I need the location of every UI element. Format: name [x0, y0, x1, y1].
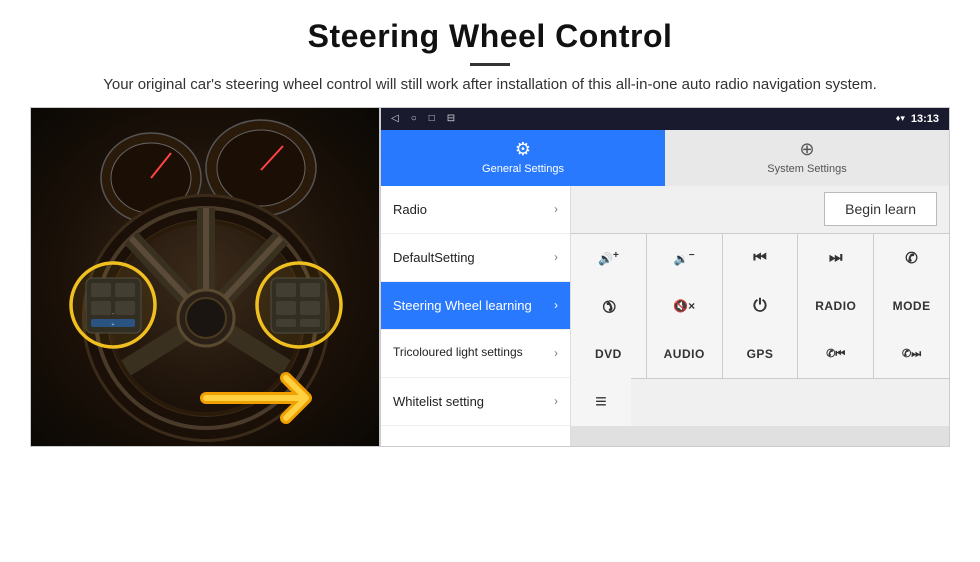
menu-tricoloured-label: Tricoloured light settings — [393, 345, 523, 361]
recent-nav-icon[interactable]: □ — [429, 113, 435, 124]
control-row-3: DVD AUDIO GPS ✆⏮ ✆⏭ — [571, 330, 949, 378]
control-row-2: ✆ 🔇× ⏻ RADIO MODE — [571, 282, 949, 330]
tab-general-settings[interactable]: ⚙ General Settings — [381, 130, 665, 186]
system-icon: ⊕ — [799, 139, 814, 160]
phone-prev-button[interactable]: ✆⏮ — [798, 330, 873, 378]
sidebar-menu: Radio › DefaultSetting › Steering Wheel … — [381, 186, 571, 446]
main-content: Radio › DefaultSetting › Steering Wheel … — [381, 186, 949, 446]
status-bar-nav: ◁ ○ □ ⊟ — [391, 113, 455, 124]
begin-learn-area: Begin learn — [571, 186, 949, 234]
gps-button[interactable]: GPS — [723, 330, 798, 378]
android-panel: ◁ ○ □ ⊟ ♦▾ 13:13 ⚙ General Settings ⊕ — [380, 107, 950, 447]
audio-button[interactable]: AUDIO — [647, 330, 722, 378]
title-divider — [470, 63, 510, 66]
status-bar: ◁ ○ □ ⊟ ♦▾ 13:13 — [381, 108, 949, 130]
signal-icon: ♦▾ — [896, 113, 905, 124]
chevron-icon: › — [554, 298, 558, 312]
mute-button[interactable]: 🔇× — [647, 282, 722, 330]
chevron-icon: › — [554, 346, 558, 360]
menu-whitelist-label: Whitelist setting — [393, 394, 484, 409]
tab-system-label: System Settings — [767, 163, 846, 175]
hangup-icon: ✆ — [597, 294, 621, 318]
prev-track-button[interactable]: ⏮ — [723, 234, 798, 282]
control-row-1: 🔊+ 🔉− ⏮ ⏭ ✆ — [571, 234, 949, 282]
phone-button[interactable]: ✆ — [874, 234, 949, 282]
dvd-button[interactable]: DVD — [571, 330, 646, 378]
control-row-4: ≡ — [571, 378, 949, 426]
menu-item-tricoloured[interactable]: Tricoloured light settings › — [381, 330, 570, 378]
gear-icon: ⚙ — [515, 139, 531, 160]
nav-tabs: ⚙ General Settings ⊕ System Settings — [381, 130, 949, 186]
next-track-icon: ⏭ — [829, 249, 843, 266]
next-track-button[interactable]: ⏭ — [798, 234, 873, 282]
list-button[interactable]: ≡ — [571, 378, 631, 426]
menu-item-whitelist[interactable]: Whitelist setting › — [381, 378, 570, 426]
menu-steering-label: Steering Wheel learning — [393, 298, 532, 313]
status-time: 13:13 — [911, 113, 939, 125]
phone-icon: ✆ — [905, 249, 918, 267]
list-icon: ≡ — [595, 391, 607, 414]
tab-system-settings[interactable]: ⊕ System Settings — [665, 130, 949, 186]
chevron-icon: › — [554, 394, 558, 408]
mute-icon: 🔇× — [673, 299, 695, 313]
vol-up-icon: 🔊+ — [598, 250, 619, 266]
home-nav-icon[interactable]: ○ — [411, 113, 417, 124]
page-container: Steering Wheel Control Your original car… — [0, 0, 980, 562]
vol-down-button[interactable]: 🔉− — [647, 234, 722, 282]
status-bar-info: ♦▾ 13:13 — [896, 113, 939, 125]
power-button[interactable]: ⏻ — [723, 282, 798, 330]
vol-down-icon: 🔉− — [674, 250, 695, 266]
content-area: + - — [0, 107, 980, 562]
chevron-icon: › — [554, 202, 558, 216]
menu-item-steering[interactable]: Steering Wheel learning › — [381, 282, 570, 330]
tab-general-label: General Settings — [482, 163, 564, 175]
radio-button[interactable]: RADIO — [798, 282, 873, 330]
back-nav-icon[interactable]: ◁ — [391, 113, 399, 124]
menu-default-label: DefaultSetting — [393, 250, 475, 265]
chevron-icon: › — [554, 250, 558, 264]
control-panel: Begin learn 🔊+ 🔉− ⏮ — [571, 186, 949, 446]
phone-next-button[interactable]: ✆⏭ — [874, 330, 949, 378]
steering-wheel-svg: + - — [31, 108, 380, 447]
car-image-panel: + - — [30, 107, 380, 447]
phone-next-icon: ✆⏭ — [902, 347, 921, 361]
vol-up-button[interactable]: 🔊+ — [571, 234, 646, 282]
page-title: Steering Wheel Control — [60, 18, 920, 55]
prev-track-icon: ⏮ — [753, 249, 767, 266]
begin-learn-button[interactable]: Begin learn — [824, 192, 937, 226]
page-subtitle: Your original car's steering wheel contr… — [100, 74, 880, 97]
cast-nav-icon[interactable]: ⊟ — [447, 113, 455, 124]
phone-prev-icon: ✆⏮ — [826, 347, 845, 361]
header-section: Steering Wheel Control Your original car… — [0, 0, 980, 107]
menu-radio-label: Radio — [393, 202, 427, 217]
menu-item-radio[interactable]: Radio › — [381, 186, 570, 234]
mode-button[interactable]: MODE — [874, 282, 949, 330]
menu-item-default[interactable]: DefaultSetting › — [381, 234, 570, 282]
power-icon: ⏻ — [753, 296, 766, 316]
hangup-button[interactable]: ✆ — [571, 282, 646, 330]
